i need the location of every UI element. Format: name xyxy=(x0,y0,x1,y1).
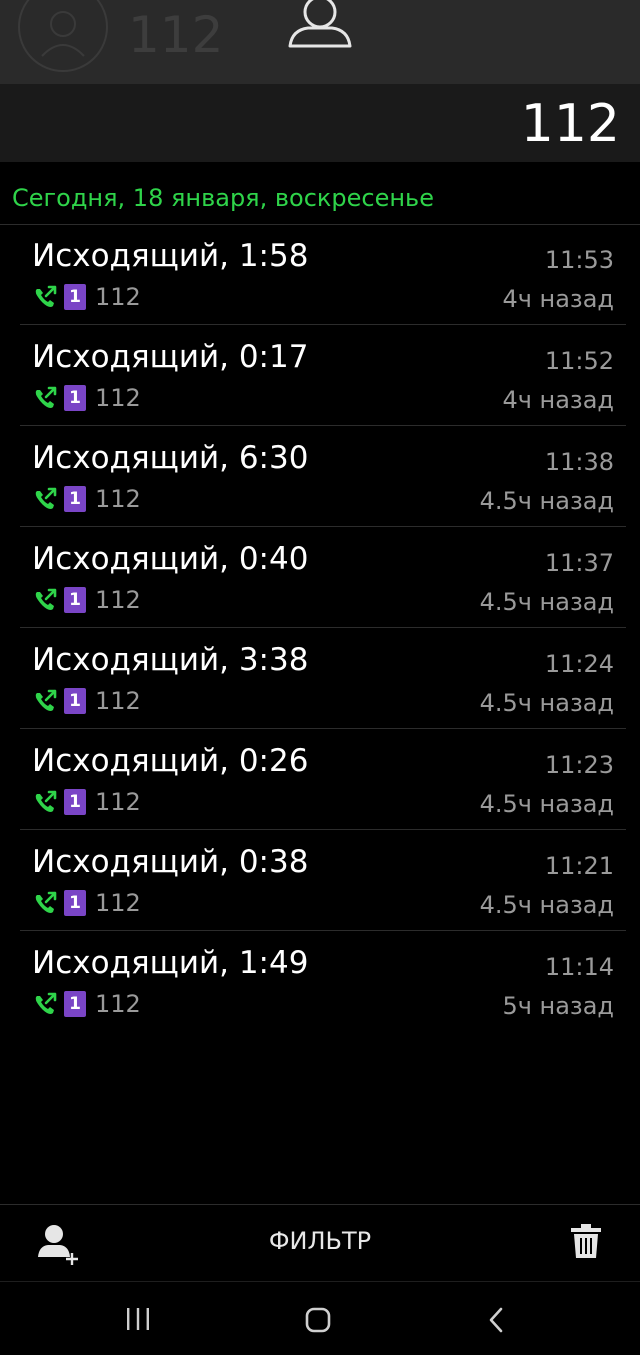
call-type-duration: Исходящий, 0:38 xyxy=(32,844,309,880)
call-number: 112 xyxy=(95,990,141,1018)
call-log-item[interactable]: Исходящий, 1:58 11:53 1 112 4ч назад xyxy=(20,224,626,325)
call-type-duration: Исходящий, 0:17 xyxy=(32,339,309,375)
date-label: Сегодня, 18 января, воскресенье xyxy=(12,184,434,212)
sim-1-badge: 1 xyxy=(64,385,86,411)
call-details: 1 112 xyxy=(32,687,141,715)
call-number: 112 xyxy=(95,788,141,816)
outgoing-call-icon xyxy=(35,891,57,913)
call-details: 1 112 xyxy=(32,384,141,412)
call-details: 1 112 xyxy=(32,485,141,513)
home-icon xyxy=(305,1307,331,1333)
call-relative-time: 4.5ч назад xyxy=(479,790,614,818)
call-details: 1 112 xyxy=(32,586,141,614)
outgoing-call-icon xyxy=(35,790,57,812)
home-button[interactable] xyxy=(304,1306,332,1338)
outgoing-call-icon xyxy=(35,487,57,509)
add-contact-icon xyxy=(38,1225,78,1265)
sim-1-badge: 1 xyxy=(64,890,86,916)
back-icon xyxy=(489,1307,503,1333)
call-time: 11:37 xyxy=(544,549,614,577)
add-contact-button[interactable] xyxy=(36,1223,80,1267)
sim-1-badge: 1 xyxy=(64,688,86,714)
call-time: 11:14 xyxy=(544,953,614,981)
person-icon[interactable] xyxy=(286,0,354,54)
sim-1-badge: 1 xyxy=(64,486,86,512)
sim-1-badge: 1 xyxy=(64,587,86,613)
header-phone-number: 112 xyxy=(520,94,620,154)
top-bar: 112 xyxy=(0,0,640,84)
outgoing-call-icon xyxy=(35,588,57,610)
call-number: 112 xyxy=(95,384,141,412)
system-navigation-bar xyxy=(0,1281,640,1355)
call-time: 11:21 xyxy=(544,852,614,880)
sim-1-badge: 1 xyxy=(64,284,86,310)
call-log-item[interactable]: Исходящий, 0:17 11:52 1 112 4ч назад xyxy=(20,325,626,426)
sim-1-badge: 1 xyxy=(64,789,86,815)
outgoing-call-icon xyxy=(35,992,57,1014)
delete-button[interactable] xyxy=(570,1223,602,1263)
outgoing-call-icon xyxy=(35,285,57,307)
call-type-duration: Исходящий, 1:58 xyxy=(32,238,309,274)
date-section-header: Сегодня, 18 января, воскресенье xyxy=(0,162,640,225)
faded-avatar xyxy=(18,0,108,72)
call-relative-time: 4ч назад xyxy=(502,386,614,414)
call-relative-time: 4.5ч назад xyxy=(479,588,614,616)
call-type-duration: Исходящий, 1:49 xyxy=(32,945,309,981)
recent-apps-button[interactable] xyxy=(124,1306,152,1336)
call-log-item[interactable]: Исходящий, 0:26 11:23 1 112 4.5ч назад xyxy=(20,729,626,830)
call-log-item[interactable]: Исходящий, 1:49 11:14 1 112 5ч назад xyxy=(20,931,626,1031)
call-relative-time: 4.5ч назад xyxy=(479,891,614,919)
contact-header: 112 xyxy=(0,84,640,162)
call-details: 1 112 xyxy=(32,990,141,1018)
bottom-action-bar: ФИЛЬТР xyxy=(0,1204,640,1281)
call-type-duration: Исходящий, 6:30 xyxy=(32,440,309,476)
sim-1-badge: 1 xyxy=(64,991,86,1017)
call-number: 112 xyxy=(95,485,141,513)
call-log-item[interactable]: Исходящий, 6:30 11:38 1 112 4.5ч назад xyxy=(20,426,626,527)
call-relative-time: 4ч назад xyxy=(502,285,614,313)
call-details: 1 112 xyxy=(32,788,141,816)
call-log-list: Исходящий, 1:58 11:53 1 112 4ч назад Исх… xyxy=(0,224,640,1031)
call-type-duration: Исходящий, 0:26 xyxy=(32,743,309,779)
call-time: 11:53 xyxy=(544,246,614,274)
call-type-duration: Исходящий, 3:38 xyxy=(32,642,309,678)
call-time: 11:23 xyxy=(544,751,614,779)
call-number: 112 xyxy=(95,889,141,917)
back-button[interactable] xyxy=(486,1306,506,1338)
call-relative-time: 4.5ч назад xyxy=(479,487,614,515)
faded-number: 112 xyxy=(128,6,224,64)
call-relative-time: 4.5ч назад xyxy=(479,689,614,717)
call-time: 11:52 xyxy=(544,347,614,375)
call-time: 11:24 xyxy=(544,650,614,678)
outgoing-call-icon xyxy=(35,386,57,408)
call-time: 11:38 xyxy=(544,448,614,476)
call-number: 112 xyxy=(95,687,141,715)
call-log-item[interactable]: Исходящий, 0:38 11:21 1 112 4.5ч назад xyxy=(20,830,626,931)
call-log-item[interactable]: Исходящий, 0:40 11:37 1 112 4.5ч назад xyxy=(20,527,626,628)
call-details: 1 112 xyxy=(32,889,141,917)
filter-button[interactable]: ФИЛЬТР xyxy=(220,1227,420,1255)
call-log-item[interactable]: Исходящий, 3:38 11:24 1 112 4.5ч назад xyxy=(20,628,626,729)
outgoing-call-icon xyxy=(35,689,57,711)
call-details: 1 112 xyxy=(32,283,141,311)
call-type-duration: Исходящий, 0:40 xyxy=(32,541,309,577)
faded-person-icon xyxy=(41,11,85,57)
trash-icon xyxy=(571,1224,601,1258)
call-relative-time: 5ч назад xyxy=(502,992,614,1020)
recent-apps-icon xyxy=(127,1308,149,1330)
call-number: 112 xyxy=(95,283,141,311)
call-number: 112 xyxy=(95,586,141,614)
